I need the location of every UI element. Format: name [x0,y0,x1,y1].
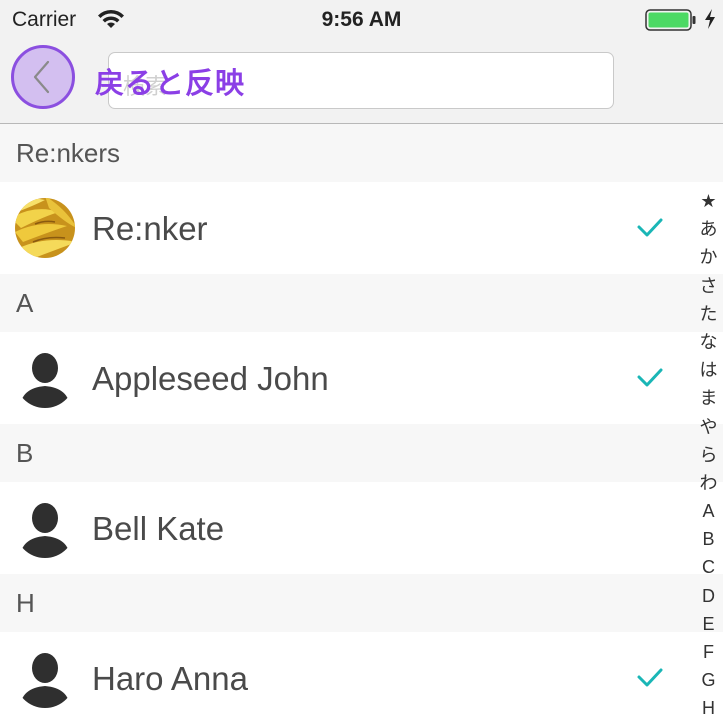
index-item[interactable]: な [694,328,723,356]
index-item[interactable]: E [694,610,723,638]
contact-row-haro-anna[interactable]: Haro Anna [0,632,723,724]
index-item[interactable]: G [694,666,723,694]
index-item[interactable]: H [694,694,723,722]
contact-name: Re:nker [92,210,208,247]
section-index[interactable]: ★ あ か さ た な は ま や ら わ A B C D E F G H [694,187,723,723]
person-avatar-icon [15,498,75,558]
index-item[interactable]: B [694,525,723,553]
status-time: 9:56 AM [321,8,402,31]
index-item[interactable]: ら [694,441,723,469]
contact-name: Appleseed John [92,360,329,397]
checkmark-icon [636,666,664,693]
index-item[interactable]: ★ [694,187,723,215]
contact-list[interactable]: Re:nkers Re:nker A Appleseed John B Bell… [0,124,723,724]
index-item[interactable]: は [694,356,723,384]
section-header-label: Re:nkers [16,138,121,168]
back-button-label[interactable]: 戻ると反映 [95,60,245,102]
index-item[interactable]: わ [694,469,723,497]
index-item[interactable]: た [694,300,723,328]
section-header-renkers: Re:nkers [0,124,723,182]
index-item[interactable]: や [694,413,723,441]
battery-icon [645,9,697,36]
index-item[interactable]: C [694,553,723,581]
banana-avatar [15,198,75,258]
section-header-b: B [0,424,723,482]
section-header-label: A [16,288,34,318]
contact-row-appleseed-john[interactable]: Appleseed John [0,332,723,424]
index-item[interactable]: D [694,582,723,610]
status-bar: Carrier 9:56 AM [0,0,723,40]
chevron-left-icon [33,60,50,94]
index-item[interactable]: F [694,638,723,666]
section-header-label: B [16,438,34,468]
checkmark-icon [636,216,664,243]
index-item[interactable]: さ [694,272,723,300]
section-header-h: H [0,574,723,632]
index-item[interactable]: A [694,497,723,525]
person-avatar-icon [15,648,75,708]
back-button[interactable] [11,45,75,109]
contact-name: Haro Anna [92,660,248,697]
index-item[interactable]: か [694,243,723,271]
navigation-bar: 検索 戻ると反映 [0,40,723,124]
contact-row-bell-kate[interactable]: Bell Kate [0,482,723,574]
index-item[interactable]: あ [694,215,723,243]
section-header-label: H [16,588,35,618]
contact-row-renker[interactable]: Re:nker [0,182,723,274]
checkmark-icon [636,366,664,393]
contact-name: Bell Kate [92,510,225,547]
index-item[interactable]: ま [694,384,723,412]
person-avatar-icon [15,348,75,408]
charging-bolt-icon [703,8,717,35]
section-header-a: A [0,274,723,332]
